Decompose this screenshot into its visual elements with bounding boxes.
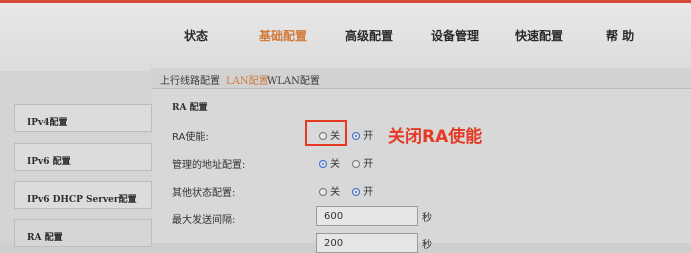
nav-quick-config[interactable]: 快速配置 bbox=[515, 27, 563, 44]
min-interval-unit: 秒 bbox=[422, 240, 432, 251]
option-label: 开 bbox=[363, 159, 374, 170]
nav-device-management[interactable]: 设备管理 bbox=[431, 27, 479, 44]
annotation-highlight-box bbox=[305, 120, 347, 146]
managed-on-option[interactable]: 开 bbox=[352, 155, 373, 170]
other-off-option[interactable]: 关 bbox=[319, 183, 340, 198]
managed-address-config-label: 管理的地址配置: bbox=[172, 160, 246, 171]
other-state-config-label: 其他状态配置: bbox=[172, 188, 236, 199]
option-label: 关 bbox=[330, 159, 340, 170]
nav-help[interactable]: 帮 助 bbox=[606, 27, 634, 44]
section-title: RA 配置 bbox=[172, 103, 208, 113]
other-state-radio-group: 关 开 bbox=[319, 183, 382, 198]
sidebar-item-ipv6[interactable]: IPv6 配置 bbox=[14, 143, 152, 171]
radio-off[interactable] bbox=[319, 188, 327, 196]
nav-advanced-config[interactable]: 高级配置 bbox=[345, 27, 393, 44]
option-label: 开 bbox=[363, 131, 374, 142]
nav-status[interactable]: 状态 bbox=[184, 27, 208, 44]
managed-off-option[interactable]: 关 bbox=[319, 155, 340, 170]
other-on-option[interactable]: 开 bbox=[352, 183, 373, 198]
router-admin-window: 状态 基础配置 高级配置 设备管理 快速配置 帮 助 上行线路配置 LAN配置 … bbox=[0, 0, 691, 253]
radio-on-selected[interactable] bbox=[352, 188, 361, 196]
sidebar-item-ipv6-dhcp-server[interactable]: IPv6 DHCP Server配置 bbox=[14, 181, 152, 209]
tab-uplink-config[interactable]: 上行线路配置 bbox=[160, 72, 220, 87]
max-interval-input[interactable]: 600 bbox=[316, 206, 418, 226]
sub-navigation-bar: 上行线路配置 LAN配置 WLAN配置 bbox=[151, 68, 691, 89]
radio-on-selected[interactable] bbox=[352, 132, 361, 140]
min-interval-input[interactable]: 200 bbox=[316, 233, 418, 253]
option-label: 开 bbox=[363, 187, 374, 198]
tab-lan-config[interactable]: LAN配置 bbox=[226, 72, 269, 87]
top-navigation-bar: 状态 基础配置 高级配置 设备管理 快速配置 帮 助 bbox=[0, 0, 691, 71]
annotation-text: 关闭RA使能 bbox=[388, 127, 483, 147]
nav-basic-config[interactable]: 基础配置 bbox=[259, 27, 307, 44]
radio-off-selected[interactable] bbox=[319, 160, 327, 168]
ra-enable-label: RA使能: bbox=[172, 132, 209, 143]
option-label: 关 bbox=[330, 187, 340, 198]
max-interval-label: 最大发送间隔: bbox=[172, 215, 236, 226]
managed-address-radio-group: 关 开 bbox=[319, 155, 382, 170]
sidebar-item-ipv4[interactable]: IPv4配置 bbox=[14, 104, 152, 132]
sidebar: IPv4配置 IPv6 配置 IPv6 DHCP Server配置 RA 配置 bbox=[14, 99, 152, 249]
tab-wlan-config[interactable]: WLAN配置 bbox=[267, 72, 320, 87]
max-interval-unit: 秒 bbox=[422, 213, 432, 224]
ra-enable-on-option[interactable]: 开 bbox=[352, 127, 373, 142]
radio-on[interactable] bbox=[352, 160, 361, 168]
